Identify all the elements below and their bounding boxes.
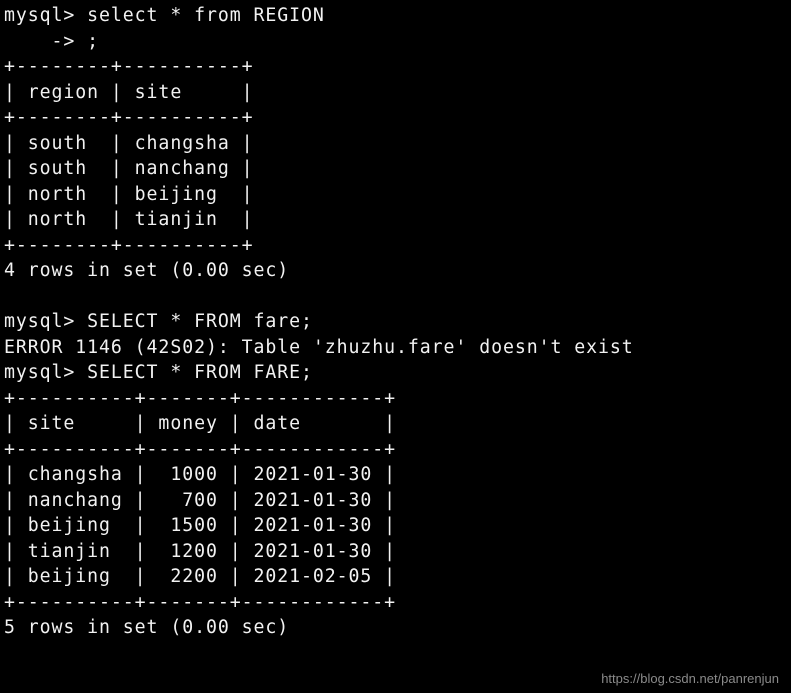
watermark-label: https://blog.csdn.net/panrenjun xyxy=(601,671,779,686)
terminal-output-text: mysql> select * from REGION -> ; +------… xyxy=(4,5,634,638)
terminal-window[interactable]: mysql> select * from REGION -> ; +------… xyxy=(0,0,791,693)
